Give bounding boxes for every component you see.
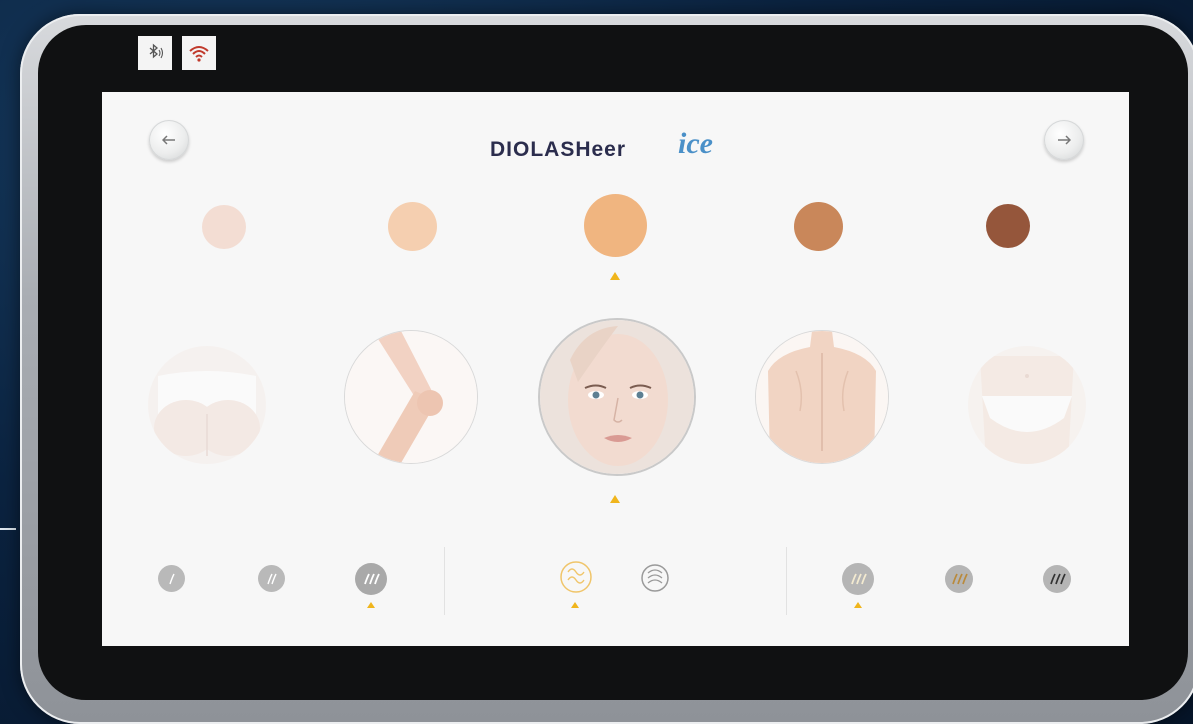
hair-color-selection-marker [854, 602, 862, 608]
hair-thickness-medium-button[interactable] [258, 565, 285, 592]
skin-tone-5[interactable] [986, 204, 1030, 248]
screen: DIOLASHeer ice [102, 92, 1129, 646]
zone-arm[interactable] [344, 330, 478, 464]
hair-color-medium-button[interactable] [945, 565, 973, 593]
straight-hair-icon [641, 564, 669, 592]
hair-thickness-thick-button-selected[interactable] [355, 563, 387, 595]
forward-button[interactable] [1044, 120, 1084, 160]
zone-bikini[interactable] [968, 346, 1086, 464]
hair-thickness-selection-marker [367, 602, 375, 608]
thick-hair-icon [364, 573, 380, 585]
medium-hair-color-icon [952, 573, 968, 585]
zone-buttocks[interactable] [148, 346, 266, 464]
hair-type-selection-marker [571, 602, 579, 608]
skin-tone-3-selected[interactable] [584, 194, 647, 257]
skin-tone-4[interactable] [794, 202, 843, 251]
zone-face-selected[interactable] [538, 318, 696, 476]
arrow-right-icon [1058, 135, 1071, 145]
dark-hair-icon [1050, 573, 1066, 585]
skin-tone-selection-marker [610, 272, 620, 280]
hair-type-straight-button[interactable] [640, 563, 670, 593]
skin-tone-2[interactable] [388, 202, 437, 251]
section-divider-left [444, 547, 445, 615]
bluetooth-icon [138, 36, 172, 70]
hair-thickness-fine-button[interactable] [158, 565, 185, 592]
zone-back[interactable] [755, 330, 889, 464]
logo-accent-text: ice [678, 127, 713, 160]
fine-hair-icon [168, 573, 175, 584]
curly-hair-icon [560, 561, 592, 593]
wifi-icon [182, 36, 216, 70]
skin-tone-1[interactable] [202, 205, 246, 249]
hair-type-curly-button-selected[interactable] [559, 560, 593, 594]
hair-color-light-button-selected[interactable] [842, 563, 874, 595]
section-divider-right [786, 547, 787, 615]
arrow-left-icon [162, 135, 175, 145]
back-button[interactable] [149, 120, 189, 160]
hair-color-dark-button[interactable] [1043, 565, 1071, 593]
light-hair-icon [851, 573, 867, 585]
medium-hair-icon [266, 573, 277, 584]
background-line [0, 528, 16, 530]
logo-main-text: DIOLASHeer [490, 138, 626, 161]
brand-logo: DIOLASHeer ice [482, 124, 762, 164]
body-zone-selection-marker [610, 495, 620, 503]
